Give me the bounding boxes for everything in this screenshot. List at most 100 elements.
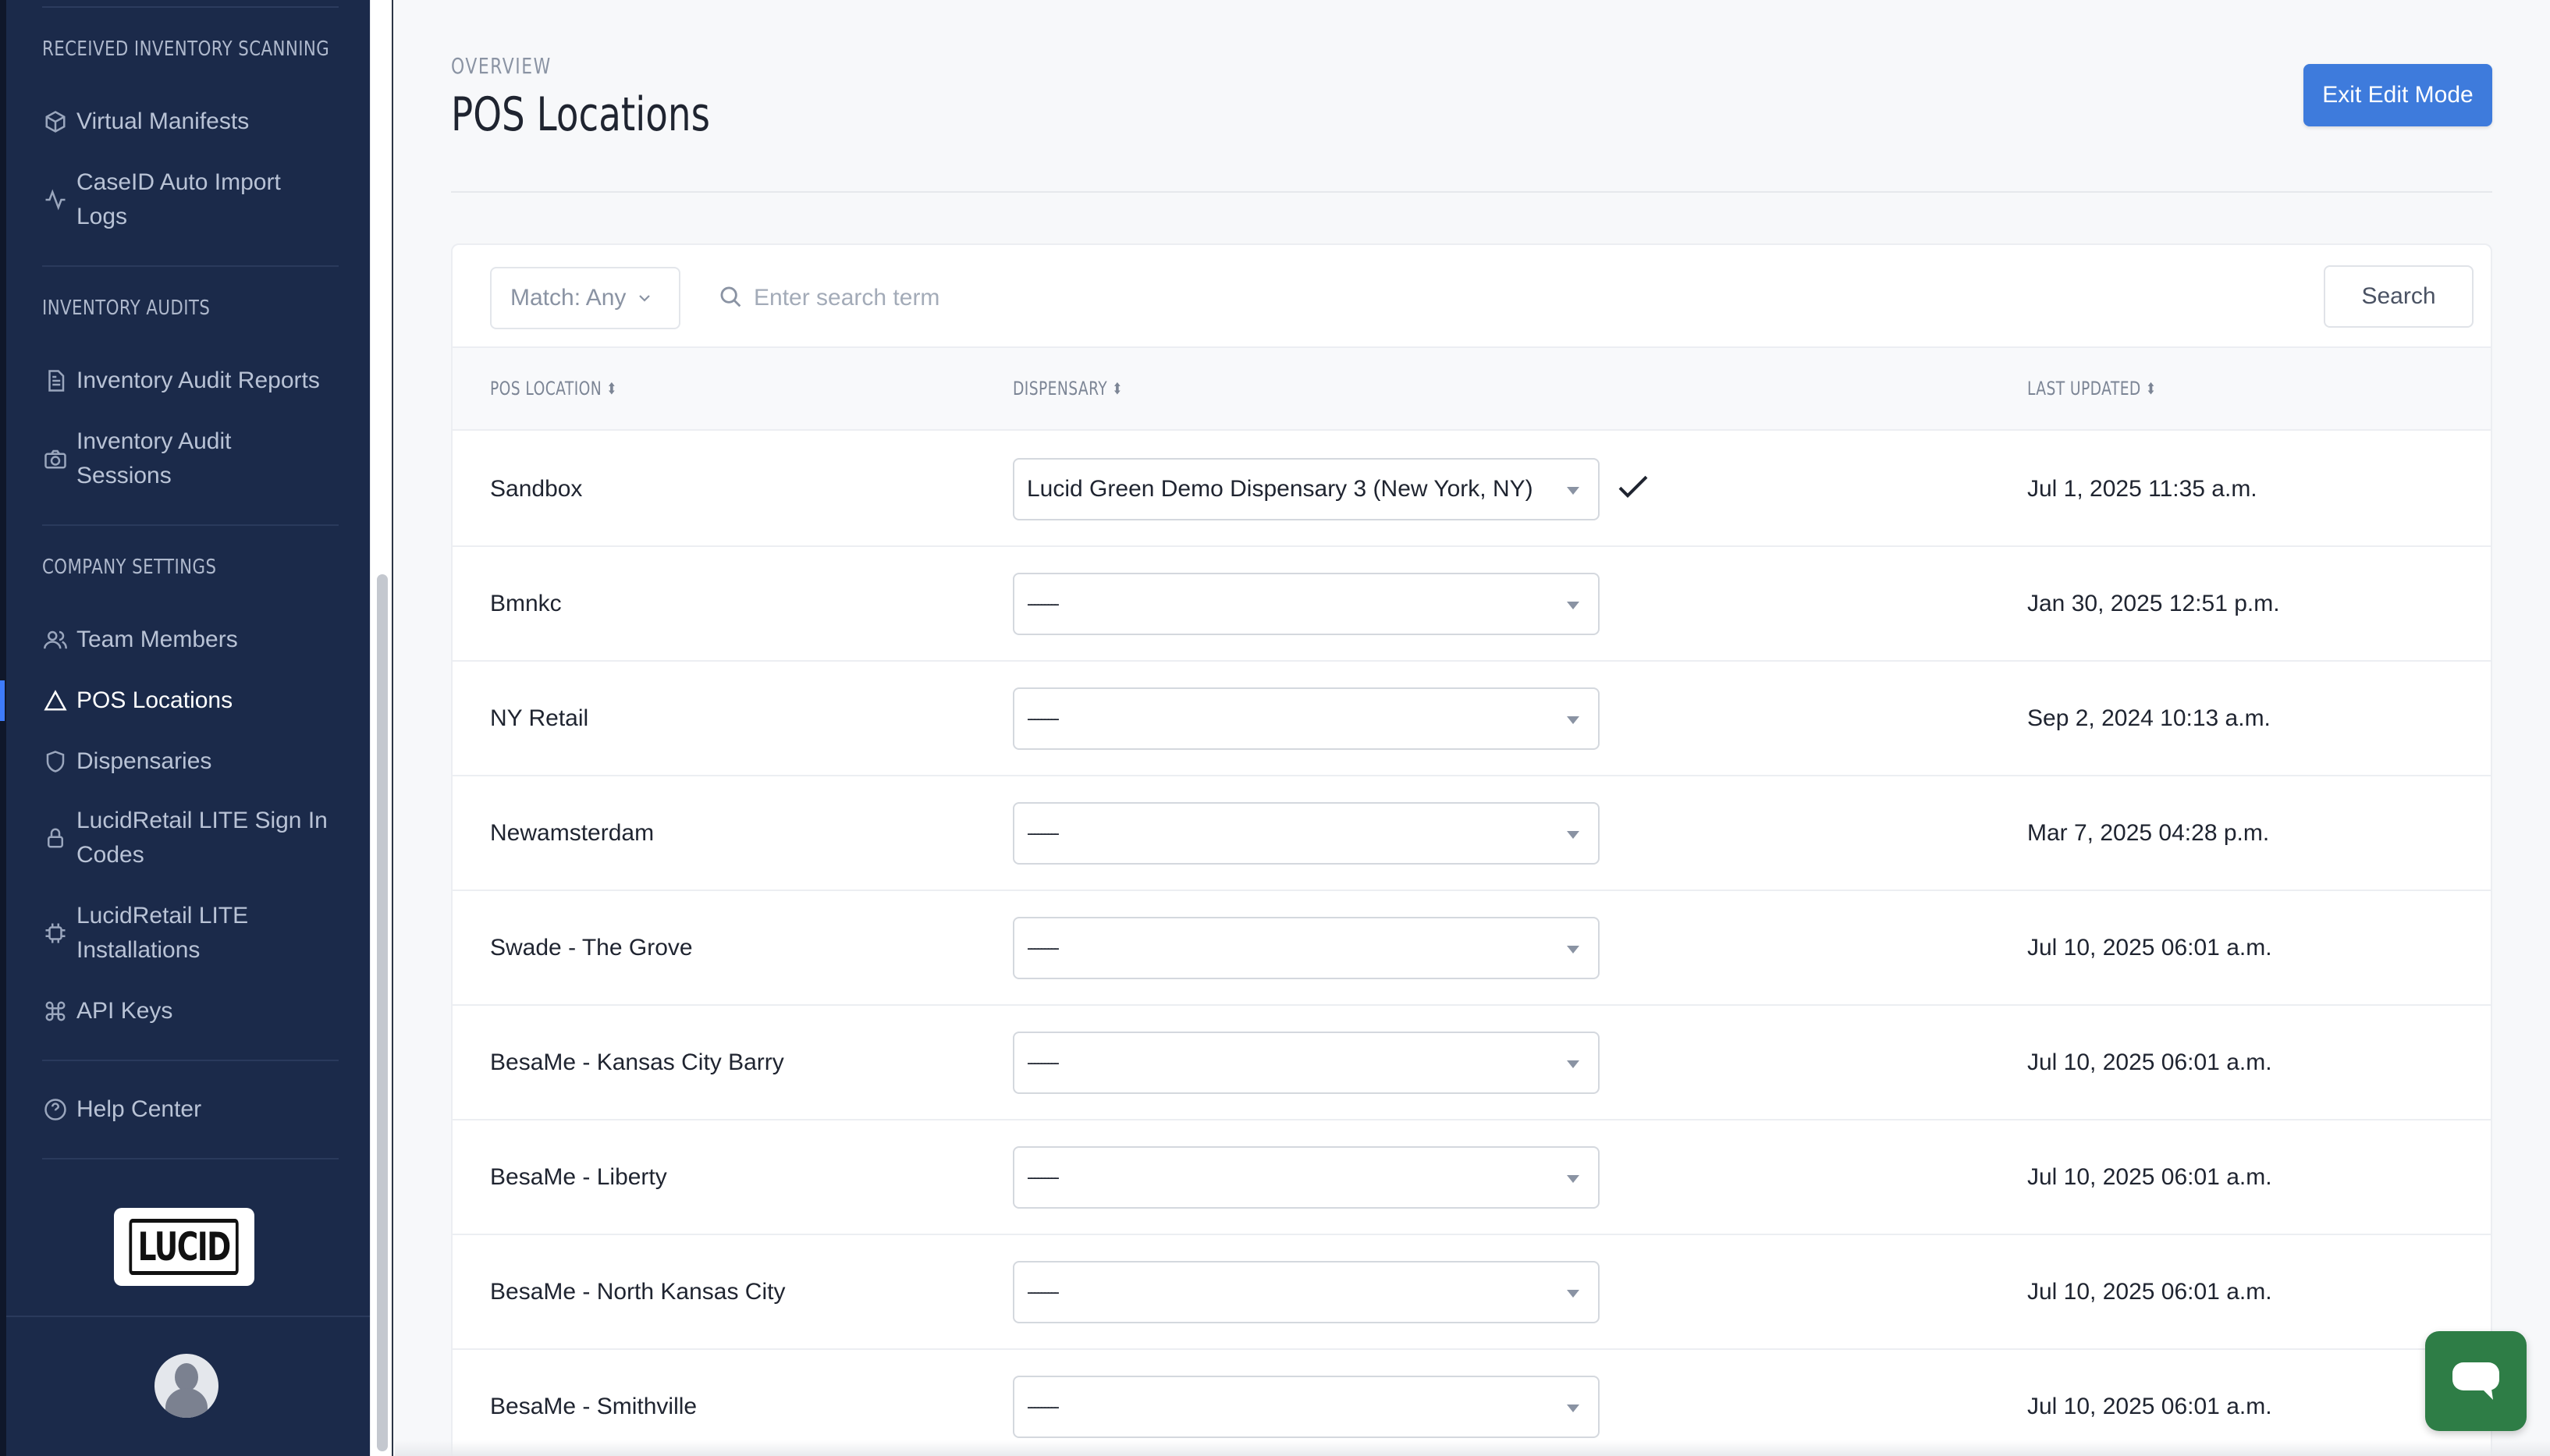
sidebar-item-label: Inventory Audit Reports <box>76 368 320 393</box>
table-toolbar: Match: Any Search <box>453 245 2491 348</box>
caret-down-icon <box>1567 945 1579 954</box>
command-icon <box>42 998 69 1025</box>
chip-icon <box>42 920 69 946</box>
dispensary-select-value: Lucid Green Demo Dispensary 3 (New York,… <box>1027 475 1533 502</box>
document-icon <box>42 368 69 394</box>
dispensary-select-value: --------- <box>1027 937 1060 957</box>
exit-edit-mode-button[interactable]: Exit Edit Mode <box>2303 64 2492 126</box>
logo-text: LUCID <box>129 1219 240 1275</box>
section-inventory-audits: INVENTORY AUDITS <box>42 297 211 320</box>
shield-icon <box>42 748 69 775</box>
column-header-dispensary[interactable]: DISPENSARY ⬍ <box>1013 378 1123 400</box>
dispensary-select[interactable]: --------- <box>1013 1375 1600 1438</box>
chat-widget-button[interactable] <box>2425 1331 2527 1431</box>
dispensary-select[interactable]: --------- <box>1013 1145 1600 1209</box>
dispensary-select[interactable]: --------- <box>1013 572 1600 635</box>
activity-icon <box>42 186 69 213</box>
table-row: NY Retail --------- Sep 2, 2024 10:13 a.m. <box>453 662 2491 776</box>
sidebar-item-virtual-manifests[interactable]: Virtual Manifests <box>42 105 346 139</box>
pos-location-cell: BesaMe - Kansas City Barry <box>490 1049 784 1075</box>
header-divider <box>451 191 2492 193</box>
sidebar-item-label: Virtual Manifests <box>76 108 250 134</box>
sidebar-item-team-members[interactable]: Team Members <box>42 623 346 657</box>
active-indicator <box>0 680 5 721</box>
sidebar-item-api-keys[interactable]: API Keys <box>42 994 346 1028</box>
table-row: Newamsterdam --------- Mar 7, 2025 04:28 p… <box>453 776 2491 891</box>
caret-down-icon <box>1567 1174 1579 1183</box>
sidebar-item-pos-locations[interactable]: POS Locations <box>42 684 346 718</box>
column-header-last-updated[interactable]: LAST UPDATED ⬍ <box>2027 378 2156 400</box>
caret-down-icon <box>1567 830 1579 839</box>
pos-location-cell: BesaMe - North Kansas City <box>490 1278 786 1305</box>
avatar[interactable] <box>154 1354 218 1418</box>
last-updated-cell: Jul 10, 2025 06:01 a.m. <box>2027 1163 2272 1190</box>
pos-location-cell: Newamsterdam <box>490 819 655 846</box>
sidebar-scrollbar[interactable] <box>370 0 393 1456</box>
dispensary-select[interactable]: --------- <box>1013 687 1600 750</box>
match-label: Match: Any <box>510 285 627 311</box>
sort-icon: ⬍ <box>2145 379 2157 398</box>
sidebar-item-caseid-auto-import-logs[interactable]: CaseID Auto Import Logs <box>42 165 346 234</box>
dispensary-select[interactable]: Lucid Green Demo Dispensary 3 (New York,… <box>1013 457 1600 520</box>
column-header-pos-location[interactable]: POS LOCATION ⬍ <box>490 378 617 400</box>
sidebar-divider <box>42 524 339 526</box>
sidebar-item-inventory-audit-reports[interactable]: Inventory Audit Reports <box>42 364 346 398</box>
sidebar-divider <box>42 6 339 8</box>
chevron-down-icon <box>639 295 651 302</box>
sidebar-edge <box>0 0 6 1456</box>
dispensary-select-value: --------- <box>1027 1281 1060 1302</box>
sidebar-item-dispensaries[interactable]: Dispensaries <box>42 744 346 779</box>
locations-table-card: Match: Any Search POS LOCATION⬍ DISPENSA… <box>451 243 2492 1456</box>
dispensary-select-value: --------- <box>1027 593 1060 613</box>
dispensary-select-value: --------- <box>1027 1396 1060 1416</box>
match-dropdown[interactable]: Match: Any <box>490 267 680 329</box>
users-icon <box>42 627 69 653</box>
caret-down-icon <box>1567 1060 1579 1068</box>
dispensary-select[interactable]: --------- <box>1013 801 1600 865</box>
checkmark-icon[interactable] <box>1617 474 1650 502</box>
last-updated-cell: Sep 2, 2024 10:13 a.m. <box>2027 705 2271 731</box>
sidebar-item-label: LucidRetail LITE Installations <box>76 903 249 963</box>
last-updated-cell: Jul 10, 2025 06:01 a.m. <box>2027 1278 2272 1305</box>
last-updated-cell: Jul 10, 2025 06:01 a.m. <box>2027 934 2272 961</box>
sidebar-item-label: Dispensaries <box>76 748 212 774</box>
search-button[interactable]: Search <box>2324 265 2474 328</box>
camera-icon <box>42 446 69 472</box>
chat-icon <box>2452 1362 2499 1400</box>
triangle-icon <box>42 687 69 714</box>
sidebar-item-label: Team Members <box>76 627 238 652</box>
dispensary-select-value: --------- <box>1027 1167 1060 1187</box>
sidebar-item-label: CaseID Auto Import Logs <box>76 169 281 229</box>
dispensary-select[interactable]: --------- <box>1013 1260 1600 1323</box>
lucid-logo[interactable]: LUCID <box>114 1208 254 1286</box>
sidebar-divider <box>42 265 339 267</box>
sidebar-divider <box>42 1158 339 1159</box>
dispensary-select-value: --------- <box>1027 822 1060 843</box>
dispensary-select[interactable]: --------- <box>1013 1031 1600 1094</box>
box-icon <box>42 108 69 135</box>
caret-down-icon <box>1567 1289 1579 1298</box>
dispensary-select[interactable]: --------- <box>1013 916 1600 979</box>
table-row: Bmnkc --------- Jan 30, 2025 12:51 p.m. <box>453 547 2491 662</box>
sidebar-divider <box>6 1316 370 1317</box>
dispensary-select-value: --------- <box>1027 708 1060 728</box>
caret-down-icon <box>1567 1404 1579 1412</box>
scrollbar-thumb[interactable] <box>377 574 388 1451</box>
table-header: POS LOCATION ⬍ DISPENSARY ⬍ LAST UPDATED ⬍ <box>453 348 2491 431</box>
sidebar-item-label: API Keys <box>76 998 173 1024</box>
search-input[interactable] <box>754 273 1924 323</box>
sidebar-item-inventory-audit-sessions[interactable]: Inventory Audit Sessions <box>42 424 346 493</box>
last-updated-cell: Jan 30, 2025 12:51 p.m. <box>2027 590 2280 616</box>
sidebar-item-help-center[interactable]: Help Center <box>42 1092 346 1127</box>
sidebar-item-label: POS Locations <box>76 687 233 713</box>
page-title: POS Locations <box>451 87 710 142</box>
table-row: BesaMe - Liberty --------- Jul 10, 2025 06… <box>453 1120 2491 1235</box>
pos-location-cell: BesaMe - Liberty <box>490 1163 667 1190</box>
sidebar-item-lucidretail-lite-installations[interactable]: LucidRetail LITE Installations <box>42 899 346 968</box>
sidebar-item-lucidretail-lite-sign-in-codes[interactable]: LucidRetail LITE Sign In Codes <box>42 804 346 872</box>
sort-icon: ⬍ <box>606 379 617 398</box>
pos-location-cell: Bmnkc <box>490 590 562 616</box>
pos-location-cell: Sandbox <box>490 475 583 502</box>
table-row: BesaMe - Kansas City Barry --------- Jul 1… <box>453 1006 2491 1120</box>
section-company-settings: COMPANY SETTINGS <box>42 556 217 579</box>
